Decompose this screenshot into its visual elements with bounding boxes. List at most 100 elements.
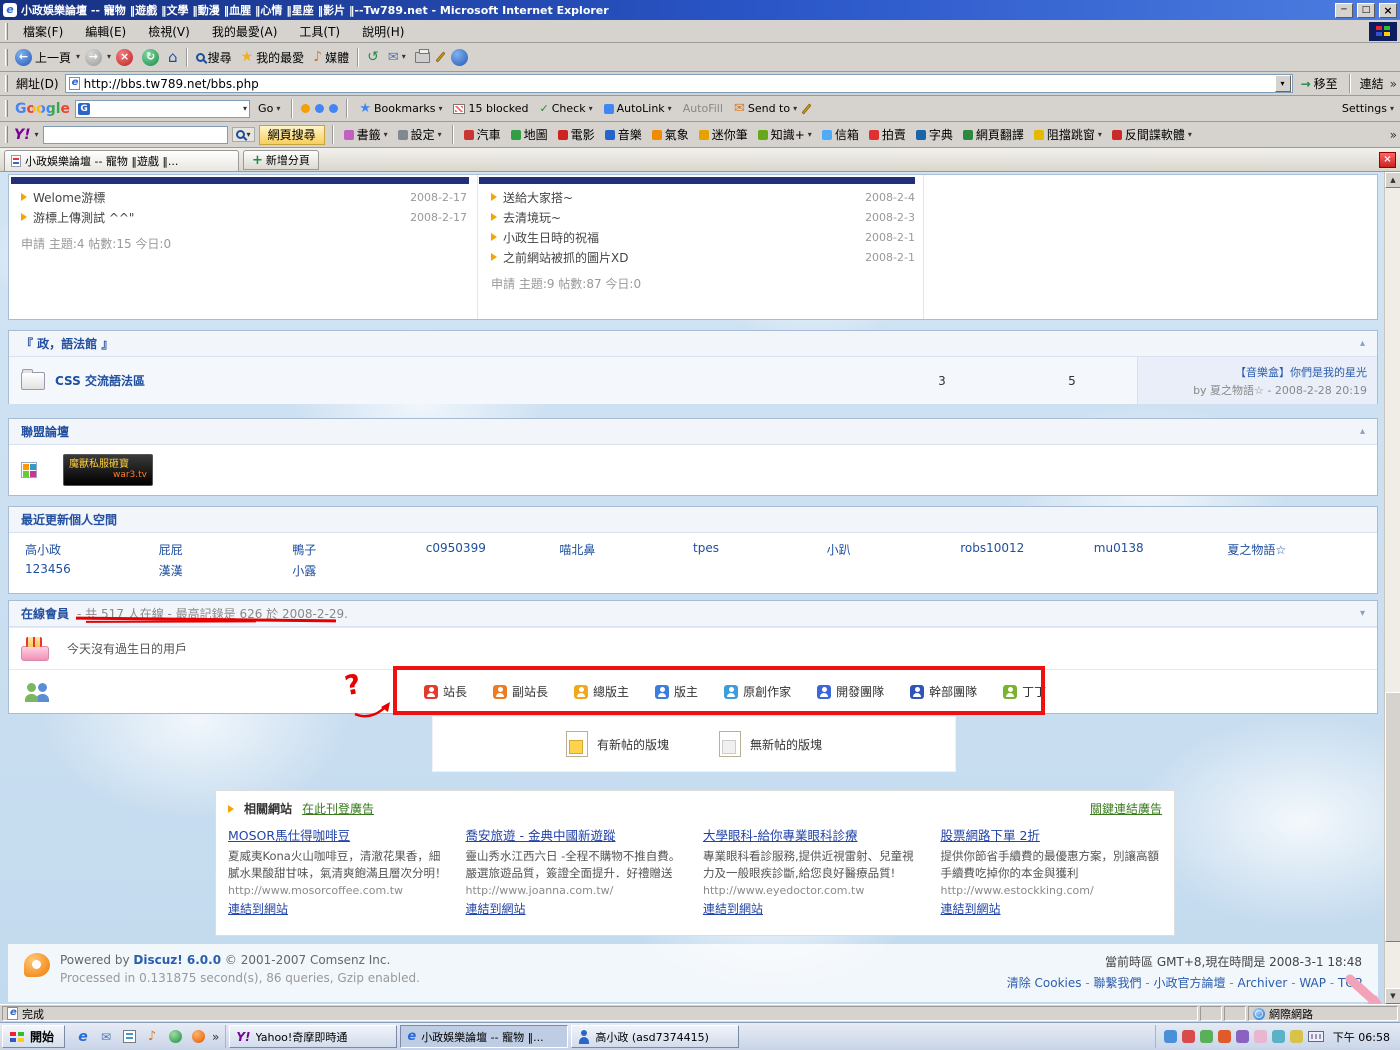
yahoo-item-popup-blocker[interactable]: 阻擋跳窗 bbox=[1031, 125, 1105, 144]
yahoo-search-input[interactable] bbox=[43, 126, 228, 144]
forward-history-caret-icon[interactable] bbox=[107, 53, 111, 61]
user-link[interactable]: 屁屁 bbox=[159, 541, 293, 558]
tray-messenger-icon[interactable] bbox=[1200, 1030, 1213, 1043]
user-link[interactable]: robs10012 bbox=[960, 541, 1094, 558]
quicklaunch-overflow-chevron-icon[interactable] bbox=[212, 1030, 219, 1044]
tray-antivirus-icon[interactable] bbox=[1182, 1030, 1195, 1043]
google-autolink-button[interactable]: AutoLink bbox=[601, 101, 675, 116]
google-go-button[interactable]: Go bbox=[255, 101, 283, 116]
ad-visit-link[interactable]: 連結到網站 bbox=[703, 900, 763, 917]
title-bar[interactable]: 小政娛樂論壇 -- 寵物 ‖遊戲 ‖文學 ‖動漫 ‖血腥 ‖心情 ‖星座 ‖影片… bbox=[0, 0, 1400, 20]
contact-us-link[interactable]: 聯繫我們 bbox=[1085, 976, 1141, 990]
thread-title[interactable]: 之前網站被抓的圖片XD bbox=[503, 249, 628, 266]
google-site-search-icon[interactable] bbox=[315, 104, 324, 113]
google-search-input[interactable] bbox=[75, 100, 250, 118]
history-button[interactable] bbox=[363, 47, 383, 67]
messenger-button[interactable] bbox=[447, 47, 472, 68]
clear-cookies-link[interactable]: 清除 Cookies bbox=[1007, 976, 1082, 990]
yahoo-logo-caret-icon[interactable] bbox=[35, 131, 39, 139]
user-link[interactable]: mu0138 bbox=[1094, 541, 1228, 558]
user-link[interactable]: 夏之物語☆ bbox=[1227, 541, 1361, 558]
google-settings-button[interactable]: Settings bbox=[1339, 101, 1397, 116]
user-link[interactable]: 漢漢 bbox=[159, 562, 293, 579]
links-chevron-icon[interactable] bbox=[1390, 77, 1397, 91]
google-spellcheck-button[interactable]: Check bbox=[537, 101, 596, 116]
thread-title[interactable]: 游標上傳測試 ^^" bbox=[33, 209, 134, 226]
scroll-up-button[interactable] bbox=[1385, 172, 1400, 188]
user-link[interactable]: 喵北鼻 bbox=[559, 541, 693, 558]
close-button[interactable] bbox=[1379, 3, 1397, 18]
media-button[interactable]: 媒體 bbox=[309, 47, 353, 68]
ad-title-link[interactable]: 喬安旅遊 - 金典中國新遊蹤 bbox=[466, 825, 688, 844]
google-sendto-button[interactable]: Send to bbox=[731, 100, 800, 117]
edit-button[interactable] bbox=[435, 49, 446, 65]
minimize-button[interactable] bbox=[1335, 3, 1353, 18]
search-button[interactable]: 搜尋 bbox=[192, 47, 236, 68]
collapse-chevron-icon[interactable] bbox=[1360, 426, 1365, 437]
toolbar-grip[interactable] bbox=[5, 100, 8, 117]
alliance-banner[interactable]: 魔獸私服砸寶 war3.tv bbox=[63, 454, 153, 486]
official-forum-link[interactable]: 小政官方論壇 bbox=[1145, 976, 1225, 990]
toolbar-grip[interactable] bbox=[5, 49, 8, 66]
quicklaunch-ie-icon[interactable] bbox=[74, 1028, 92, 1046]
thread-title[interactable]: 小政生日時的祝福 bbox=[503, 229, 599, 246]
ad-visit-link[interactable]: 連結到網站 bbox=[941, 900, 1001, 917]
new-tab-button[interactable]: 新增分頁 bbox=[243, 150, 319, 170]
tab-forum[interactable]: 小政娛樂論壇 -- 寵物 ‖遊戲 ‖... bbox=[4, 150, 239, 171]
thread-row[interactable]: 去清境玩~ 2008-2-3 bbox=[491, 207, 915, 227]
toolbar-grip[interactable] bbox=[5, 126, 8, 143]
user-link[interactable]: 鴨子 bbox=[292, 541, 426, 558]
thread-row[interactable]: 游標上傳測試 ^^" 2008-2-17 bbox=[21, 207, 467, 227]
yahoo-item-mail[interactable]: 信箱 bbox=[819, 125, 862, 144]
yahoo-item-translate[interactable]: 網頁翻譯 bbox=[960, 125, 1027, 144]
quicklaunch-messenger-icon[interactable] bbox=[169, 1030, 182, 1043]
input-method-icon[interactable] bbox=[1308, 1031, 1324, 1042]
yahoo-item-weather[interactable]: 氣象 bbox=[649, 125, 692, 144]
ad-visit-link[interactable]: 連結到網站 bbox=[466, 900, 526, 917]
archiver-link[interactable]: Archiver bbox=[1229, 976, 1287, 990]
wap-link[interactable]: WAP bbox=[1291, 976, 1326, 990]
yahoo-item-maps[interactable]: 地圖 bbox=[508, 125, 551, 144]
ad-visit-link[interactable]: 連結到網站 bbox=[228, 900, 288, 917]
thread-row[interactable]: 送給大家搭~ 2008-2-4 bbox=[491, 187, 915, 207]
refresh-button[interactable] bbox=[138, 47, 163, 68]
thread-row[interactable]: 之前網站被抓的圖片XD 2008-2-1 bbox=[491, 247, 915, 267]
google-search-caret-icon[interactable] bbox=[243, 105, 247, 113]
menu-favorites[interactable]: 我的最愛(A) bbox=[203, 20, 287, 43]
yahoo-item-movies[interactable]: 電影 bbox=[555, 125, 598, 144]
user-link[interactable]: c0950399 bbox=[426, 541, 560, 558]
user-link[interactable]: 高小政 bbox=[25, 541, 159, 558]
user-link[interactable]: tpes bbox=[693, 541, 827, 558]
task-forum-window[interactable]: 小政娛樂論壇 -- 寵物 ‖... bbox=[400, 1025, 568, 1048]
task-chat-window[interactable]: 高小政 (asd7374415) bbox=[571, 1025, 739, 1048]
scrollbar-thumb[interactable] bbox=[1385, 692, 1400, 942]
quicklaunch-media-player-icon[interactable] bbox=[143, 1028, 161, 1046]
menu-tools[interactable]: 工具(T) bbox=[290, 20, 349, 43]
toolbar-close-button[interactable] bbox=[1379, 152, 1396, 168]
yahoo-item-music[interactable]: 音樂 bbox=[602, 125, 645, 144]
quicklaunch-show-desktop-icon[interactable] bbox=[123, 1030, 136, 1043]
vertical-scrollbar[interactable] bbox=[1384, 172, 1400, 1004]
go-button[interactable]: 移至 bbox=[1297, 73, 1342, 94]
google-bookmarks-button[interactable]: Bookmarks bbox=[356, 100, 445, 117]
yahoo-item-bookmarks[interactable]: 書籤 bbox=[341, 125, 391, 144]
print-button[interactable] bbox=[411, 50, 434, 65]
quicklaunch-browser-icon[interactable] bbox=[192, 1030, 205, 1043]
google-pagerank-icon[interactable] bbox=[301, 104, 310, 113]
taskbar-clock[interactable]: 下午 06:58 bbox=[1329, 1029, 1390, 1045]
stop-button[interactable] bbox=[112, 47, 137, 68]
menu-file[interactable]: 檔案(F) bbox=[14, 20, 72, 43]
thread-row[interactable]: 小政生日時的祝福 2008-2-1 bbox=[491, 227, 915, 247]
google-info-icon[interactable] bbox=[329, 104, 338, 113]
yahoo-web-search-button[interactable]: 網頁搜尋 bbox=[259, 125, 325, 145]
menu-edit[interactable]: 編輯(E) bbox=[76, 20, 135, 43]
forum-link[interactable]: CSS 交流語法區 bbox=[55, 372, 877, 389]
menu-view[interactable]: 檢視(V) bbox=[139, 20, 199, 43]
thread-title[interactable]: Welome游標 bbox=[33, 189, 105, 206]
ad-title-link[interactable]: 大學眼科-給你專業眼科診療 bbox=[703, 825, 925, 844]
discuz-version-link[interactable]: Discuz! 6.0.0 bbox=[133, 953, 221, 967]
tray-flower-icon[interactable] bbox=[1254, 1030, 1267, 1043]
keyword-ads-link[interactable]: 關鍵連結廣告 bbox=[1090, 800, 1162, 817]
yahoo-item-settings[interactable]: 設定 bbox=[395, 125, 445, 144]
ad-title-link[interactable]: 股票網路下單 2折 bbox=[941, 825, 1163, 844]
